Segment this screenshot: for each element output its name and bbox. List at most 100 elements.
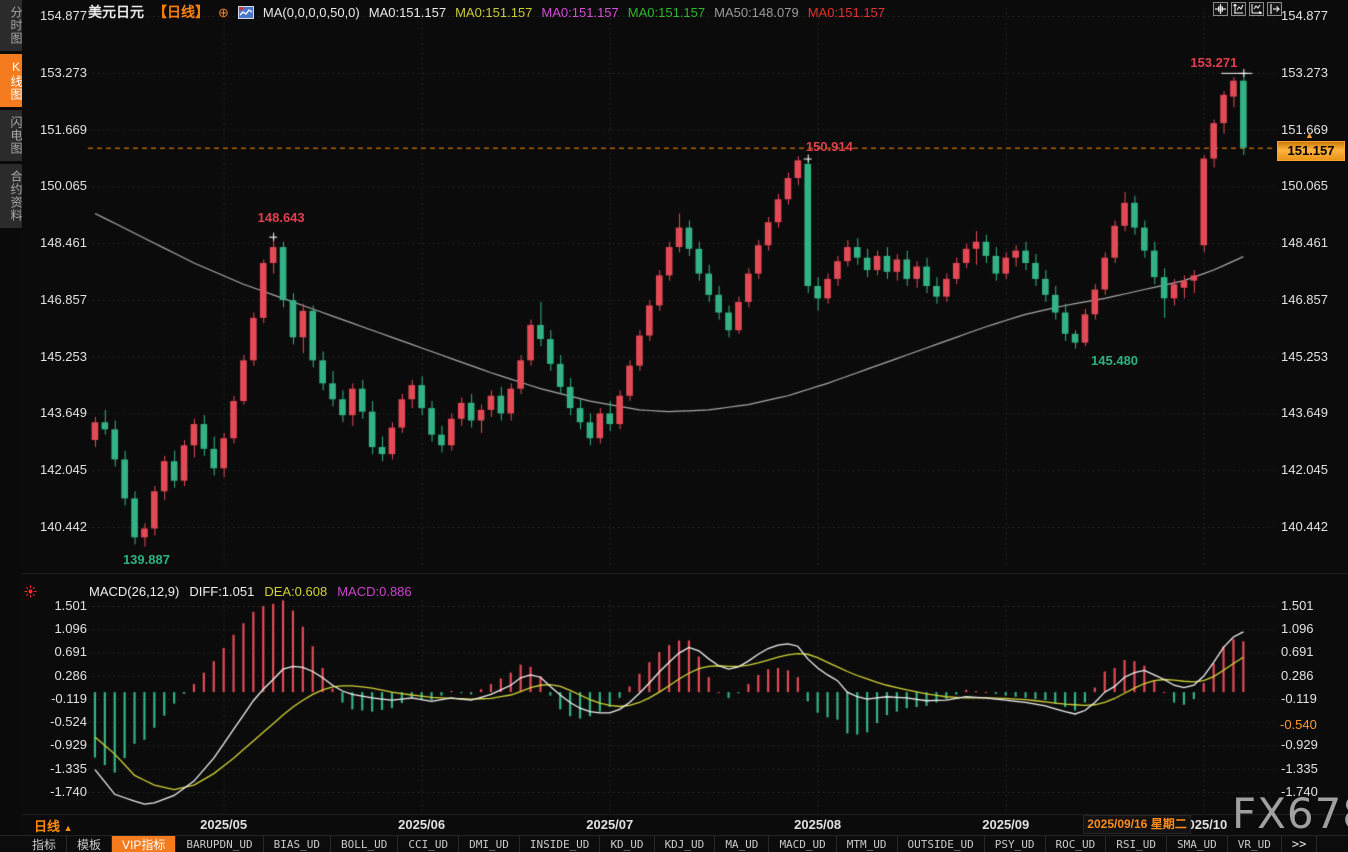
price-axis-right-7: 143.649 [1281, 405, 1345, 420]
month-label-2025/07: 2025/07 [570, 817, 650, 832]
hovered-date-label: 2025/09/16 星期二 [1083, 815, 1191, 834]
macd-value: MACD:0.886 [337, 584, 411, 599]
bottom-tab-MACD_UD[interactable]: MACD_UD [769, 836, 836, 852]
bottom-tab-PSY_UD[interactable]: PSY_UD [985, 836, 1046, 852]
macd-axis-right-4: -0.119 [1281, 691, 1345, 706]
price-annotation-145.480: 145.480 [1091, 353, 1138, 368]
bottom-tab->>[interactable]: >> [1282, 836, 1317, 852]
bottom-tab-DMI_UD[interactable]: DMI_UD [459, 836, 520, 852]
zoom-x-axis-icon[interactable] [1249, 2, 1264, 16]
macd-axis-right-1: 1.096 [1281, 621, 1345, 636]
symbol-title: 美元日元 [88, 2, 144, 22]
chevron-up-icon: ▲ [64, 823, 73, 833]
month-label-2025/09: 2025/09 [966, 817, 1046, 832]
bottom-tab-MTM_UD[interactable]: MTM_UD [837, 836, 898, 852]
price-axis-right-6: 145.253 [1281, 349, 1345, 364]
sidebar-item-闪电图[interactable]: 闪电图 [0, 110, 22, 161]
bottom-tab-INSIDE_UD[interactable]: INSIDE_UD [520, 836, 601, 852]
month-label-2025/06: 2025/06 [382, 817, 462, 832]
macd-axis-left-6: -0.929 [22, 737, 87, 752]
ma-legend-items: MA(0,0,0,0,50,0) MA0:151.157 MA0:151.157 MA… [263, 5, 885, 20]
bottom-tab-CCI_UD[interactable]: CCI_UD [398, 836, 459, 852]
macd-indicator-header: MACD(26,12,9) DIFF:1.051 DEA:0.608 MACD:… [24, 584, 412, 599]
price-axis-right-1: 153.273 [1281, 65, 1345, 80]
add-indicator-icon[interactable]: ⊕ [218, 6, 229, 19]
period-tag: 【日线】 [153, 2, 209, 22]
jump-to-latest-icon[interactable] [1267, 2, 1282, 16]
chart-header-legend: 美元日元 【日线】 ⊕ MA(0,0,0,0,50,0)MA0:151.157M… [88, 3, 885, 21]
price-axis-left-7: 143.649 [22, 405, 87, 420]
left-sidebar: 分时图 K线图闪电图合约资料 [0, 0, 22, 852]
macd-axis-left-1: 1.096 [22, 621, 87, 636]
macd-axis-left-7: -1.335 [22, 761, 87, 776]
price-axis-right-4: 148.461 [1281, 235, 1345, 250]
macd-axis-left-3: 0.286 [22, 668, 87, 683]
macd-hover-value-tag: -0.540 [1277, 717, 1335, 733]
period-selector[interactable]: 日线 ▲ [34, 816, 73, 835]
macd-axis-right-6: -0.929 [1281, 737, 1345, 752]
time-axis: 日线 ▲ 2025/09/16 星期二 2025/05 2025/06 2025/0… [0, 815, 1348, 835]
bottom-tab-VR_UD[interactable]: VR_UD [1228, 836, 1282, 852]
price-annotation-153.271: 153.271 [1117, 55, 1237, 70]
price-axis-right-5: 146.857 [1281, 292, 1345, 307]
price-axis-left-8: 142.045 [22, 462, 87, 477]
candlestick-chart-canvas[interactable] [0, 0, 1348, 852]
price-axis-left-6: 145.253 [22, 349, 87, 364]
price-axis-left-5: 146.857 [22, 292, 87, 307]
price-up-arrow-icon: ▲ [1305, 130, 1314, 140]
crosshair-icon[interactable] [1213, 2, 1228, 16]
price-annotation-150.914: 150.914 [806, 139, 853, 154]
price-axis-left-4: 148.461 [22, 235, 87, 250]
ma-legend-6: MA0:151.157 [808, 5, 885, 20]
bottom-tab-指标[interactable]: 指标 [22, 836, 67, 852]
bottom-tab-OUTSIDE_UD[interactable]: OUTSIDE_UD [898, 836, 985, 852]
price-axis-left-0: 154.877 [22, 8, 87, 23]
macd-axis-left-5: -0.524 [22, 714, 87, 729]
macd-axis-right-7: -1.335 [1281, 761, 1345, 776]
sidebar-item-分时图[interactable]: 分时图 [0, 0, 22, 51]
bottom-tab-BOLL_UD[interactable]: BOLL_UD [331, 836, 398, 852]
fx678-watermark: FX678 [1232, 789, 1348, 838]
ma-legend-2: MA0:151.157 [455, 5, 532, 20]
ma-legend-5: MA50:148.079 [714, 5, 799, 20]
macd-axis-left-0: 1.501 [22, 598, 87, 613]
bottom-tab-KD_UD[interactable]: KD_UD [600, 836, 654, 852]
sidebar-item-K线图[interactable]: K线图 [0, 54, 22, 107]
price-axis-left-2: 151.669 [22, 122, 87, 137]
bottom-tab-BARUPDN_UD[interactable]: BARUPDN_UD [176, 836, 263, 852]
price-axis-left-1: 153.273 [22, 65, 87, 80]
macd-params-label: MACD(26,12,9) [89, 584, 179, 599]
sidebar-item-合约资料[interactable]: 合约资料 [0, 164, 22, 228]
fx678-chart-app: { "colors": { "up": "#e34a56", "down": "… [0, 0, 1348, 852]
chart-thumbnail-icon [238, 6, 254, 19]
ma-legend-0: MA(0,0,0,0,50,0) [263, 5, 360, 20]
indicator-tab-bar: 指标模板VIP指标BARUPDN_UDBIAS_UDBOLL_UDCCI_UDD… [0, 835, 1348, 852]
bottom-tab-BIAS_UD[interactable]: BIAS_UD [264, 836, 331, 852]
price-axis-left-9: 140.442 [22, 519, 87, 534]
month-label-2025/08: 2025/08 [778, 817, 858, 832]
macd-axis-right-2: 0.691 [1281, 644, 1345, 659]
ma-legend-3: MA0:151.157 [541, 5, 618, 20]
macd-axis-left-8: -1.740 [22, 784, 87, 799]
price-axis-right-9: 140.442 [1281, 519, 1345, 534]
month-label-2025/05: 2025/05 [184, 817, 264, 832]
price-axis-left-3: 150.065 [22, 178, 87, 193]
bottom-tab-RSI_UD[interactable]: RSI_UD [1106, 836, 1167, 852]
bottom-tab-VIP指标[interactable]: VIP指标 [112, 836, 176, 852]
bottom-tab-ROC_UD[interactable]: ROC_UD [1046, 836, 1107, 852]
macd-axis-left-2: 0.691 [22, 644, 87, 659]
bottom-tab-模板[interactable]: 模板 [67, 836, 112, 852]
macd-diff-value: DIFF:1.051 [189, 584, 254, 599]
bottom-tab-KDJ_UD[interactable]: KDJ_UD [655, 836, 716, 852]
ma-legend-4: MA0:151.157 [628, 5, 705, 20]
chart-toolbar [1213, 2, 1282, 16]
bottom-tab-MA_UD[interactable]: MA_UD [715, 836, 769, 852]
price-axis-right-3: 150.065 [1281, 178, 1345, 193]
macd-dea-value: DEA:0.608 [264, 584, 327, 599]
price-axis-right-0: 154.877 [1281, 8, 1345, 23]
bottom-tab-SMA_UD[interactable]: SMA_UD [1167, 836, 1228, 852]
indicator-settings-icon[interactable] [24, 585, 37, 598]
macd-axis-left-4: -0.119 [22, 691, 87, 706]
zoom-y-axis-icon[interactable] [1231, 2, 1246, 16]
macd-axis-right-0: 1.501 [1281, 598, 1345, 613]
